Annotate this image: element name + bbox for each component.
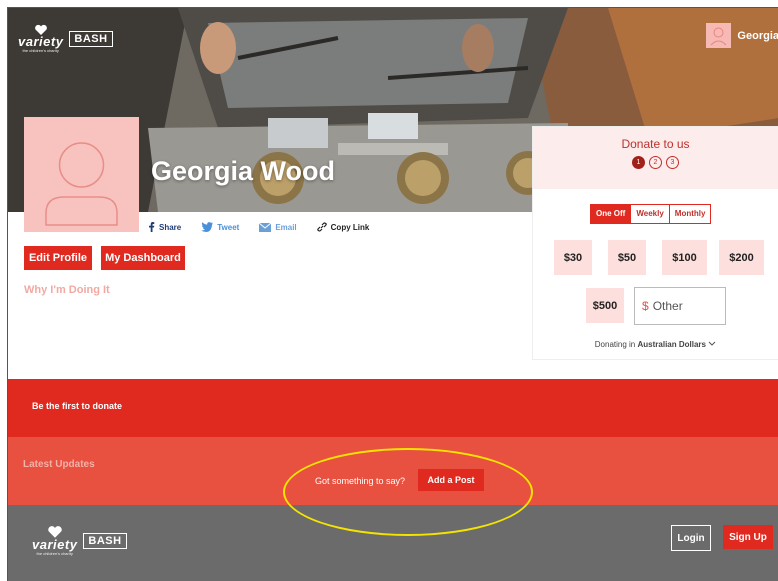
amount-50-button[interactable]: $50	[608, 240, 646, 275]
frequency-monthly[interactable]: Monthly	[668, 205, 711, 223]
signup-button[interactable]: Sign Up	[723, 525, 773, 549]
frequency-one-off[interactable]: One Off	[591, 205, 631, 223]
share-twitter-label: Tweet	[217, 222, 240, 232]
nav-user-name: Georgia	[737, 29, 778, 42]
share-facebook[interactable]: Share	[148, 222, 181, 232]
footer: variety the children's charity BASH Logi…	[8, 505, 778, 581]
bash-logo: BASH	[69, 30, 113, 47]
share-copy-link-label: Copy Link	[330, 222, 370, 232]
share-twitter[interactable]: Tweet	[201, 222, 239, 232]
share-email[interactable]: Email	[259, 222, 297, 232]
donate-header: Donate to us 1 2 3	[533, 127, 778, 189]
amount-200-button[interactable]: $200	[719, 240, 764, 275]
my-dashboard-button[interactable]: My Dashboard	[101, 246, 185, 270]
page-frame: variety the children's charity BASH Geor…	[7, 7, 778, 581]
share-facebook-label: Share	[159, 222, 182, 232]
amount-500-button[interactable]: $500	[586, 288, 624, 323]
user-avatar-icon	[45, 142, 118, 226]
other-amount-placeholder: Other	[652, 299, 683, 313]
edit-profile-button[interactable]: Edit Profile	[24, 246, 92, 270]
step-3: 3	[666, 156, 679, 169]
donating-currency: Australian Dollars	[637, 340, 706, 349]
frequency-selector: One Off Weekly Monthly	[590, 204, 712, 224]
step-2: 2	[649, 156, 662, 169]
donate-steps: 1 2 3	[533, 156, 778, 169]
profile-avatar[interactable]	[24, 117, 139, 232]
variety-wordmark: variety	[18, 34, 64, 49]
footer-variety-logo: variety the children's charity	[32, 525, 77, 556]
variety-logo: variety the children's charity	[18, 24, 63, 53]
other-amount-input[interactable]: $ Other	[634, 287, 726, 325]
first-donate-text: Be the first to donate	[32, 401, 123, 411]
first-donor-band: Be the first to donate	[8, 379, 778, 437]
footer-variety-tagline: the children's charity	[36, 551, 73, 556]
share-copy-link[interactable]: Copy Link	[316, 222, 370, 232]
twitter-icon	[201, 222, 214, 232]
amount-100-button[interactable]: $100	[662, 240, 707, 275]
footer-variety-wordmark: variety	[32, 537, 78, 552]
currency-selector[interactable]: Donating in Australian Dollars	[533, 340, 778, 349]
donate-panel: Donate to us 1 2 3 One Off Weekly Monthl…	[532, 126, 778, 360]
add-post-button[interactable]: Add a Post	[418, 469, 484, 491]
donate-title: Donate to us	[621, 137, 690, 151]
email-icon	[259, 222, 272, 232]
step-1: 1	[632, 156, 645, 169]
profile-name: Georgia Wood	[151, 156, 336, 186]
header-logo[interactable]: variety the children's charity BASH	[18, 24, 113, 53]
login-button[interactable]: Login	[671, 525, 711, 551]
link-icon	[316, 222, 327, 232]
post-prompt-text: Got something to say?	[315, 476, 406, 486]
user-avatar-icon	[711, 27, 727, 46]
variety-tagline: the children's charity	[22, 48, 59, 53]
user-menu[interactable]: Georgia	[706, 23, 778, 48]
donating-prefix: Donating in	[594, 340, 636, 349]
latest-updates-band: Latest Updates Got something to say? Add…	[8, 437, 778, 505]
share-bar: Share Tweet Email Copy Link	[148, 222, 369, 232]
why-im-doing-it-link[interactable]: Why I'm Doing It	[24, 284, 110, 296]
other-currency-symbol: $	[642, 299, 649, 313]
nav-avatar	[706, 23, 732, 48]
facebook-icon	[149, 222, 155, 232]
chevron-down-icon	[708, 341, 716, 346]
share-email-label: Email	[275, 222, 297, 232]
frequency-weekly[interactable]: Weekly	[630, 205, 669, 223]
footer-logo[interactable]: variety the children's charity BASH	[32, 525, 127, 556]
latest-updates-heading: Latest Updates	[23, 459, 95, 470]
footer-bash-logo: BASH	[83, 532, 127, 549]
amount-30-button[interactable]: $30	[554, 240, 592, 275]
